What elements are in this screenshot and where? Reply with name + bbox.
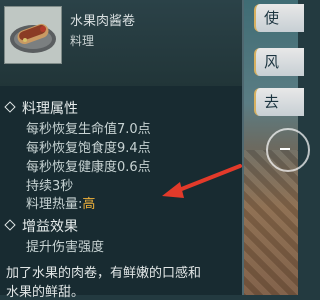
crosshair-reticle bbox=[266, 128, 310, 172]
heat-value: 高 bbox=[82, 197, 96, 212]
heat-label: 料理热量: bbox=[26, 197, 83, 212]
buff-line: 提升伤害强度 bbox=[26, 240, 105, 255]
attribute-line-duration: 持续3秒 bbox=[26, 179, 74, 194]
item-tooltip: 水果肉酱卷 料理 料理属性 每秒恢复生命值7.0点 每秒恢复饱食度9.4点 每秒… bbox=[0, 0, 244, 300]
description-line-1: 加了水果的肉卷，有鲜嫩的口感和 bbox=[6, 266, 202, 281]
buff-title-text: 增益效果 bbox=[22, 219, 78, 235]
meat-roll-icon bbox=[10, 23, 56, 53]
attribute-line-heat: 料理热量:高 bbox=[26, 193, 95, 212]
buff-section-title: 增益效果 bbox=[4, 216, 78, 236]
red-arrow-annotation bbox=[162, 164, 242, 198]
item-icon-frame bbox=[4, 6, 62, 64]
item-name: 水果肉酱卷 bbox=[70, 14, 136, 29]
tooltip-header: 水果肉酱卷 料理 bbox=[0, 0, 242, 86]
item-type: 料理 bbox=[70, 34, 95, 48]
side-menu-button-3[interactable]: 去 bbox=[254, 88, 304, 116]
side-menu-button-1[interactable]: 使 bbox=[254, 4, 304, 32]
diamond-bullet-icon bbox=[4, 219, 16, 231]
attribute-line-health: 每秒恢复健康度0.6点 bbox=[26, 160, 151, 175]
diamond-bullet-icon bbox=[4, 101, 16, 113]
description-line-2: 水果的鲜甜。 bbox=[6, 285, 85, 300]
attributes-section-title: 料理属性 bbox=[4, 98, 78, 118]
side-menu-button-2[interactable]: 风 bbox=[254, 48, 304, 76]
attributes-title-text: 料理属性 bbox=[22, 101, 78, 117]
attribute-line-satiety: 每秒恢复饱食度9.4点 bbox=[26, 141, 151, 156]
attribute-line-hp: 每秒恢复生命值7.0点 bbox=[26, 122, 151, 137]
